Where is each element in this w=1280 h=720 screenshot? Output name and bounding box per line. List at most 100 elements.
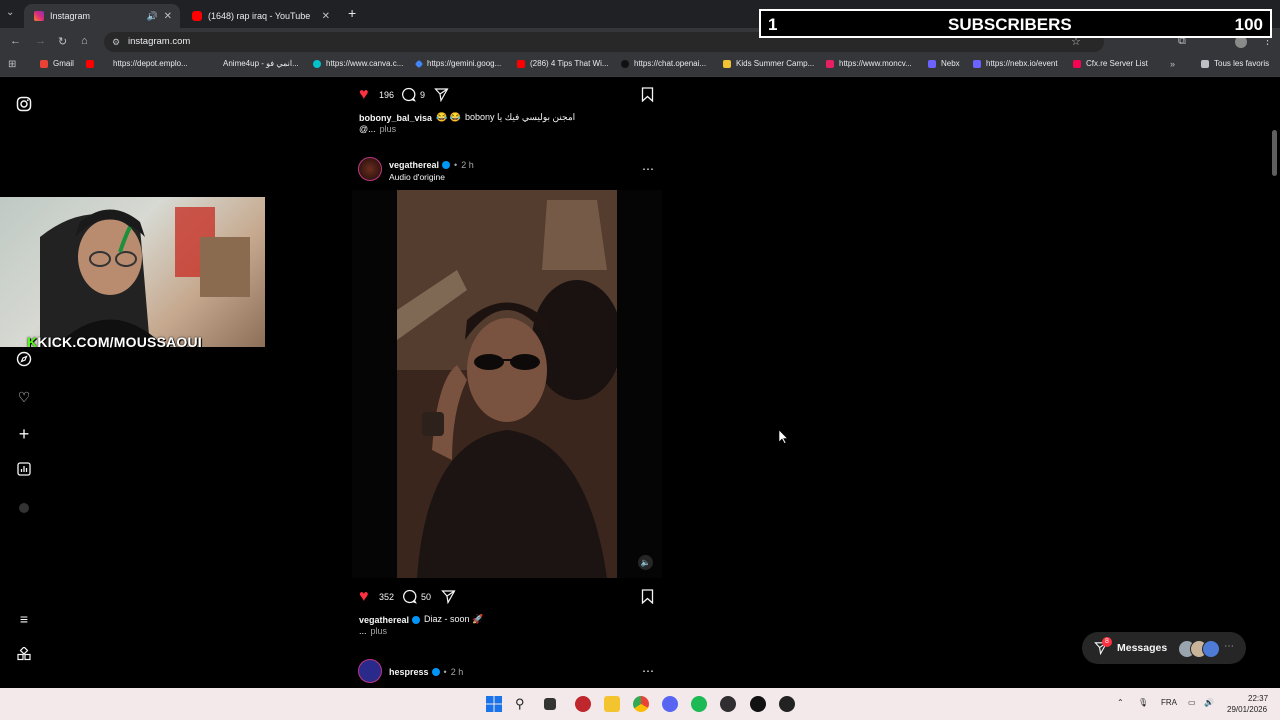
close-icon[interactable]: ✕: [322, 11, 330, 22]
post-options-icon[interactable]: ⋯: [642, 664, 654, 678]
bookmark-gemini[interactable]: https://gemini.goog...: [414, 59, 501, 68]
tab-search-icon[interactable]: ⌄: [6, 7, 14, 18]
likes-count: 352: [379, 592, 395, 602]
comment-icon[interactable]: [402, 589, 417, 609]
bookmark-depot[interactable]: https://depot.emplo...: [86, 59, 188, 68]
post1-username[interactable]: bobony_bal_visa: [359, 113, 432, 123]
likes-count: 196: [379, 90, 395, 100]
bookmark-gmail[interactable]: Gmail: [40, 59, 74, 68]
microphone-icon[interactable]: 🎙: [1138, 698, 1148, 707]
discord-icon[interactable]: [662, 696, 678, 712]
gmail-icon: [40, 59, 48, 68]
like-icon[interactable]: ♥: [359, 588, 369, 606]
post3-avatar[interactable]: [358, 659, 382, 683]
site-info-icon[interactable]: ⚙: [112, 32, 120, 52]
verified-badge-icon: [412, 615, 421, 624]
tray-chevron-icon[interactable]: ⌃: [1117, 698, 1124, 707]
save-bookmark-icon[interactable]: [641, 589, 654, 609]
language-indicator[interactable]: FRA: [1161, 698, 1177, 707]
like-icon[interactable]: ♥: [359, 86, 369, 104]
page-scrollbar[interactable]: [1272, 130, 1277, 176]
search-icon[interactable]: ⚲: [515, 696, 531, 712]
verified-badge-icon: [431, 668, 440, 676]
post1-more-link[interactable]: plus: [380, 124, 397, 134]
back-icon[interactable]: ←: [10, 35, 21, 47]
speaker-icon[interactable]: 🔊: [147, 11, 158, 22]
bookmark-canva[interactable]: https://www.canva.c...: [313, 59, 403, 68]
tab-youtube[interactable]: (1648) rap iraq - YouTube ✕: [182, 4, 338, 28]
subs-current: 1: [768, 15, 778, 34]
home-icon[interactable]: ⌂: [81, 35, 88, 47]
post2-caption-more: ... plus: [359, 626, 388, 636]
moncv-icon: [826, 59, 834, 68]
task-view-icon[interactable]: [544, 698, 556, 710]
close-icon[interactable]: ✕: [164, 11, 172, 22]
bookmark-chatgpt[interactable]: https://chat.openai...: [621, 59, 706, 68]
post2-photo[interactable]: [397, 190, 617, 578]
app-red-icon[interactable]: [575, 696, 591, 712]
app-circle-icon[interactable]: [779, 696, 795, 712]
messages-button[interactable]: 8 Messages ⋯: [1082, 632, 1246, 664]
explore-icon[interactable]: [15, 351, 33, 369]
mute-speaker-icon[interactable]: 🔈: [638, 555, 653, 570]
also-from-meta-icon[interactable]: [15, 646, 33, 665]
post2-caption-username[interactable]: vegathereal: [359, 615, 409, 625]
bookmark-moncv[interactable]: https://www.moncv...: [826, 59, 912, 68]
windows-start-icon[interactable]: [486, 696, 502, 712]
contact-avatar: [1202, 640, 1220, 658]
new-tab-button[interactable]: +: [348, 5, 356, 21]
instagram-logo-icon[interactable]: [15, 96, 33, 114]
bookmark-nebx-event[interactable]: https://nebx.io/event: [973, 59, 1058, 68]
post2-audio[interactable]: Audio d'origine: [389, 172, 445, 182]
canva-icon: [313, 59, 321, 68]
tab-instagram[interactable]: Instagram 🔊 ✕: [24, 4, 180, 28]
post3-username[interactable]: hespress: [389, 667, 429, 677]
streamer-image: [40, 207, 250, 347]
profile-avatar[interactable]: [19, 503, 29, 513]
bookmark-4tips[interactable]: (286) 4 Tips That Wi...: [517, 59, 609, 68]
create-plus-icon[interactable]: +: [15, 425, 33, 443]
share-icon[interactable]: [434, 87, 449, 107]
kick-channel-label: KKICK.COM/MOUSSAOUI: [27, 334, 202, 350]
bookmark-nebx[interactable]: Nebx: [928, 59, 960, 68]
volume-icon[interactable]: 🔊: [1204, 698, 1214, 707]
comments-count: 50: [421, 592, 432, 602]
obs-icon[interactable]: [720, 696, 736, 712]
share-icon[interactable]: [441, 589, 456, 609]
youtube-icon: [517, 59, 525, 68]
bookmark-anime4up[interactable]: Anime4up - انمي فو...: [223, 59, 299, 68]
tab-label: (1648) rap iraq - YouTube: [208, 11, 311, 21]
post2-username[interactable]: vegathereal: [389, 160, 439, 170]
post1-emojis: 😂 😂: [436, 112, 461, 122]
display-icon[interactable]: ▭: [1188, 698, 1196, 707]
forward-icon[interactable]: →: [35, 35, 46, 47]
more-menu-icon[interactable]: ≡: [15, 610, 33, 628]
clock-date[interactable]: 29/01/2026: [1227, 705, 1267, 714]
nebx-icon: [928, 59, 936, 68]
post2-more-link[interactable]: plus: [371, 626, 388, 636]
apps-icon[interactable]: ⊞: [8, 59, 16, 70]
more-contacts-icon: ⋯: [1224, 641, 1234, 652]
verified-badge-icon: [442, 161, 451, 169]
save-bookmark-icon[interactable]: [641, 87, 654, 107]
more-bookmarks-icon[interactable]: »: [1170, 59, 1175, 69]
dashboard-icon[interactable]: [15, 462, 33, 480]
spotify-icon[interactable]: [691, 696, 707, 712]
clock-time[interactable]: 22:37: [1248, 694, 1268, 703]
reload-icon[interactable]: ↻: [58, 35, 67, 48]
post-options-icon[interactable]: ⋯: [642, 162, 654, 176]
messages-label: Messages: [1117, 642, 1168, 654]
bookmark-all-favorites[interactable]: Tous les favoris: [1201, 59, 1269, 68]
notifications-heart-icon[interactable]: ♡: [15, 388, 33, 406]
comment-icon[interactable]: [401, 87, 416, 107]
post2-avatar[interactable]: [358, 157, 382, 181]
tab-label: Instagram: [50, 11, 91, 21]
app-g-icon[interactable]: [750, 696, 766, 712]
messages-badge: 8: [1102, 637, 1112, 647]
chrome-icon[interactable]: [633, 696, 649, 712]
post1-caption: bobony_bal_visa 😂 😂 bobony امجنن بوليسي …: [359, 112, 575, 123]
file-explorer-icon[interactable]: [604, 696, 620, 712]
bookmark-kids-camp[interactable]: Kids Summer Camp...: [723, 59, 814, 68]
bookmark-cfx[interactable]: Cfx.re Server List: [1073, 59, 1148, 68]
post2-header: vegathereal • 2 h: [389, 160, 474, 170]
